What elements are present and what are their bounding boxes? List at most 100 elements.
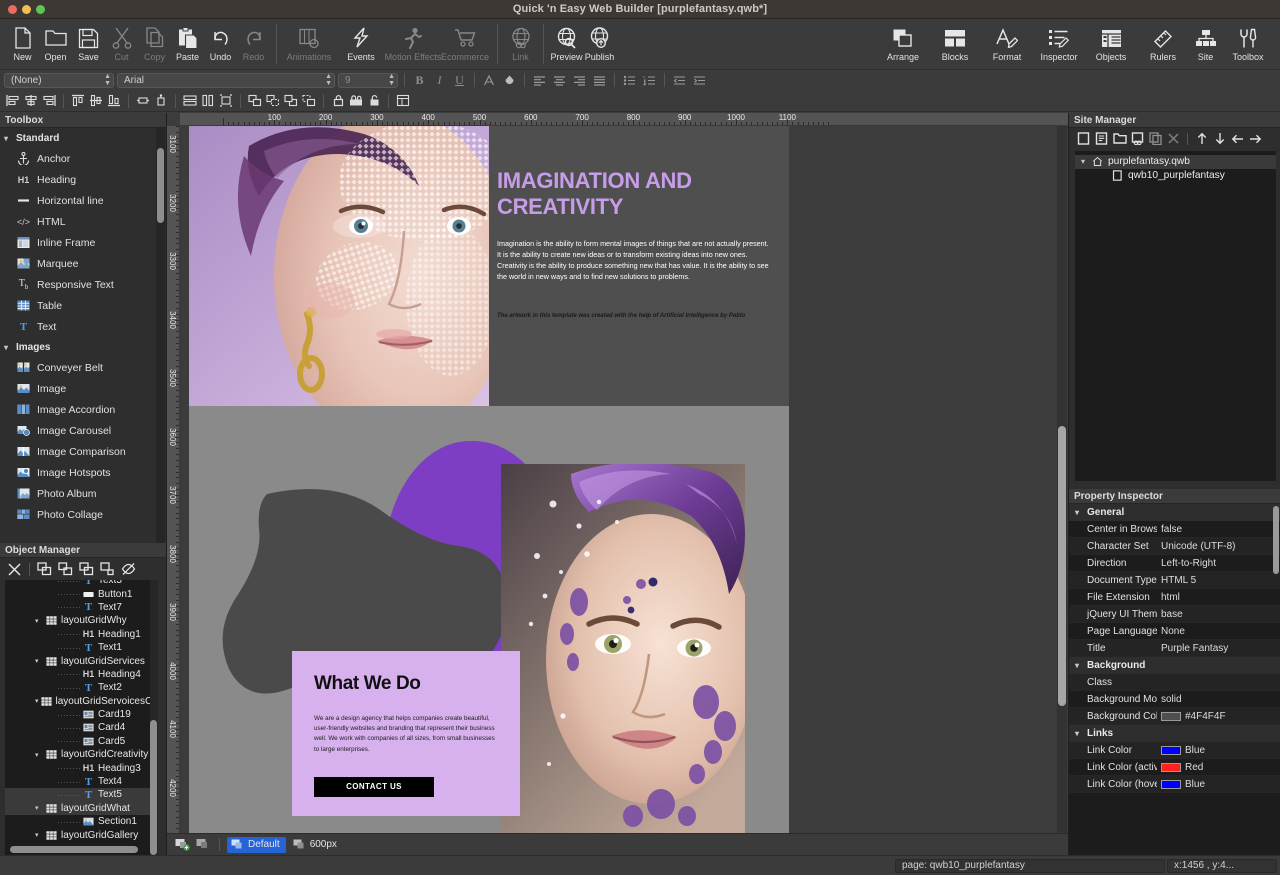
property-row[interactable]: Direction Left-to-Right <box>1069 555 1280 572</box>
send-to-back-button[interactable] <box>300 92 318 110</box>
object-manager-row[interactable]: ········ H1 Heading3 <box>5 761 158 774</box>
toolbar-button-undo[interactable]: Undo <box>204 22 237 62</box>
group-icon[interactable] <box>35 560 54 578</box>
portrait-image-2[interactable] <box>501 464 745 833</box>
toolbox-scrollbar-thumb[interactable] <box>157 148 164 223</box>
toolbox-item-conveyer-belt[interactable]: Conveyer Belt <box>0 357 166 378</box>
toolbar-button-site[interactable]: Site <box>1189 22 1222 62</box>
toolbox-item-image-hotspots[interactable]: Image Hotspots <box>0 462 166 483</box>
bring-to-front-button[interactable] <box>246 92 264 110</box>
remove-breakpoint-icon[interactable] <box>194 836 212 853</box>
chevron-down-icon[interactable]: ▾ <box>35 617 44 625</box>
property-inspector-scrollbar[interactable] <box>1273 506 1279 574</box>
toolbar-button-events[interactable]: Events <box>335 22 387 62</box>
maximize-window-button[interactable] <box>36 5 45 14</box>
site-manager-row[interactable]: ▾ purplefantasy.qwb <box>1075 155 1276 169</box>
color-swatch[interactable] <box>1161 780 1181 789</box>
toolbox-item-image-accordion[interactable]: Image Accordion <box>0 399 166 420</box>
move-right-icon[interactable] <box>1247 130 1264 147</box>
toolbox-item-image-carousel[interactable]: Image Carousel <box>0 420 166 441</box>
object-manager-row[interactable]: ········ T Text1 <box>5 641 158 654</box>
hide-eye-icon[interactable] <box>119 560 138 578</box>
add-breakpoint-icon[interactable] <box>173 836 191 853</box>
lock-button[interactable] <box>329 92 347 110</box>
same-width-button[interactable] <box>181 92 199 110</box>
property-row[interactable]: Character Set Unicode (UTF-8) <box>1069 538 1280 555</box>
new-page-from-template-icon[interactable] <box>1093 130 1110 147</box>
what-we-do-section[interactable]: What We Do We are a design agency that h… <box>189 406 789 833</box>
hero-paragraph[interactable]: Imagination is the ability to form menta… <box>497 238 771 283</box>
property-row[interactable]: Document Type HTML 5 <box>1069 572 1280 589</box>
site-manager-row[interactable]: qwb10_purplefantasy <box>1075 169 1276 183</box>
property-row[interactable]: Page Language None <box>1069 623 1280 640</box>
increase-indent-button[interactable] <box>691 72 708 88</box>
align-center-button[interactable] <box>551 72 568 88</box>
toolbar-button-objects[interactable]: Objects <box>1085 22 1137 62</box>
breakpoint-tab-600px[interactable]: 600px <box>289 837 343 853</box>
toolbar-button-cut[interactable]: Cut <box>105 22 138 62</box>
toolbox-item-image[interactable]: Image <box>0 378 166 399</box>
toolbox-item-responsive-text[interactable]: Tb Responsive Text <box>0 274 166 295</box>
property-row[interactable]: File Extension html <box>1069 589 1280 606</box>
toolbox-item-photo-collage[interactable]: Photo Collage <box>0 504 166 525</box>
property-row[interactable]: Background Color #4F4F4F <box>1069 708 1280 725</box>
toolbox-item-marquee[interactable]: Marquee <box>0 253 166 274</box>
property-value[interactable]: Purple Fantasy <box>1157 643 1280 654</box>
toolbar-button-link[interactable]: Link <box>504 22 537 62</box>
site-manager-tree[interactable]: ▾ purplefantasy.qwb qwb10_purplefantasy <box>1075 151 1276 481</box>
close-window-button[interactable] <box>8 5 17 14</box>
object-manager-row[interactable]: ▾ layoutGridWhat <box>5 802 158 815</box>
toolbox-item-photo-album[interactable]: Photo Album <box>0 483 166 504</box>
hero-text-block[interactable]: IMAGINATION AND CREATIVITY Imagination i… <box>489 126 789 406</box>
toolbox-group-images[interactable]: ▾ Images <box>0 337 166 357</box>
align-objects-center-h-button[interactable] <box>22 92 40 110</box>
object-manager-row[interactable]: ········ T Text2 <box>5 681 158 694</box>
property-value[interactable]: #4F4F4F <box>1157 711 1280 722</box>
toolbox-list[interactable]: ▾ Standard Anchor H1 Heading Horizontal … <box>0 128 166 543</box>
property-value[interactable]: Blue <box>1157 779 1280 790</box>
toolbar-button-open[interactable]: Open <box>39 22 72 62</box>
object-manager-row[interactable]: ▾ layoutGridCreativity <box>5 748 158 761</box>
om-scrollbar-thumb[interactable] <box>150 720 157 855</box>
numbered-list-button[interactable] <box>641 72 658 88</box>
toolbox-item-text[interactable]: T Text <box>0 316 166 337</box>
hero-portrait-image[interactable] <box>189 126 489 406</box>
property-value[interactable]: HTML 5 <box>1157 575 1280 586</box>
object-manager-row[interactable]: ▾ layoutGridGallery <box>5 828 158 841</box>
property-row[interactable]: Link Color (active) Red <box>1069 759 1280 776</box>
object-manager-row[interactable]: ········ Button1 <box>5 587 158 600</box>
property-group-background[interactable]: ▾ Background <box>1069 657 1280 674</box>
canvas-scrollbar-thumb[interactable] <box>1058 426 1066 706</box>
layout-grid-button[interactable] <box>394 92 412 110</box>
property-value[interactable]: Left-to-Right <box>1157 558 1280 569</box>
design-page[interactable]: IMAGINATION AND CREATIVITY Imagination i… <box>189 126 789 833</box>
contact-us-button[interactable]: CONTACT US <box>314 777 434 797</box>
object-manager-row[interactable]: ········ T Text7 <box>5 601 158 614</box>
toolbar-button-new[interactable]: New <box>6 22 39 62</box>
toolbar-button-blocks[interactable]: Blocks <box>929 22 981 62</box>
ungroup-icon[interactable] <box>56 560 75 578</box>
object-manager-row[interactable]: ········ Section1 <box>5 815 158 828</box>
paragraph-style-select[interactable]: (None) ▲▼ <box>4 73 114 88</box>
hero-heading[interactable]: IMAGINATION AND CREATIVITY <box>497 168 771 220</box>
center-horizontally-button[interactable] <box>134 92 152 110</box>
font-family-select[interactable]: Arial ▲▼ <box>117 73 335 88</box>
toolbox-item-image-comparison[interactable]: Image Comparison <box>0 441 166 462</box>
page-link-icon[interactable] <box>1129 130 1146 147</box>
text-color-button[interactable] <box>481 72 498 88</box>
object-manager-row[interactable]: ▾ layoutGridServices <box>5 654 158 667</box>
what-we-do-paragraph[interactable]: We are a design agency that helps compan… <box>314 714 498 755</box>
window-controls[interactable] <box>8 5 45 14</box>
property-row[interactable]: Center in Browser false <box>1069 521 1280 538</box>
toolbox-item-table[interactable]: Table <box>0 295 166 316</box>
align-left-button[interactable] <box>531 72 548 88</box>
chevron-down-icon[interactable]: ▾ <box>35 657 44 665</box>
chevron-down-icon[interactable]: ▾ <box>35 831 44 839</box>
object-manager-tree[interactable]: ········ T Text3 ········ Button1 ······… <box>5 580 158 855</box>
breakpoint-tab-default[interactable]: Default <box>227 837 286 853</box>
toolbar-button-save[interactable]: Save <box>72 22 105 62</box>
toolbar-button-format[interactable]: Format <box>981 22 1033 62</box>
align-objects-left-button[interactable] <box>4 92 22 110</box>
toolbar-button-toolbox[interactable]: Toolbox <box>1222 22 1274 62</box>
same-size-button[interactable] <box>217 92 235 110</box>
